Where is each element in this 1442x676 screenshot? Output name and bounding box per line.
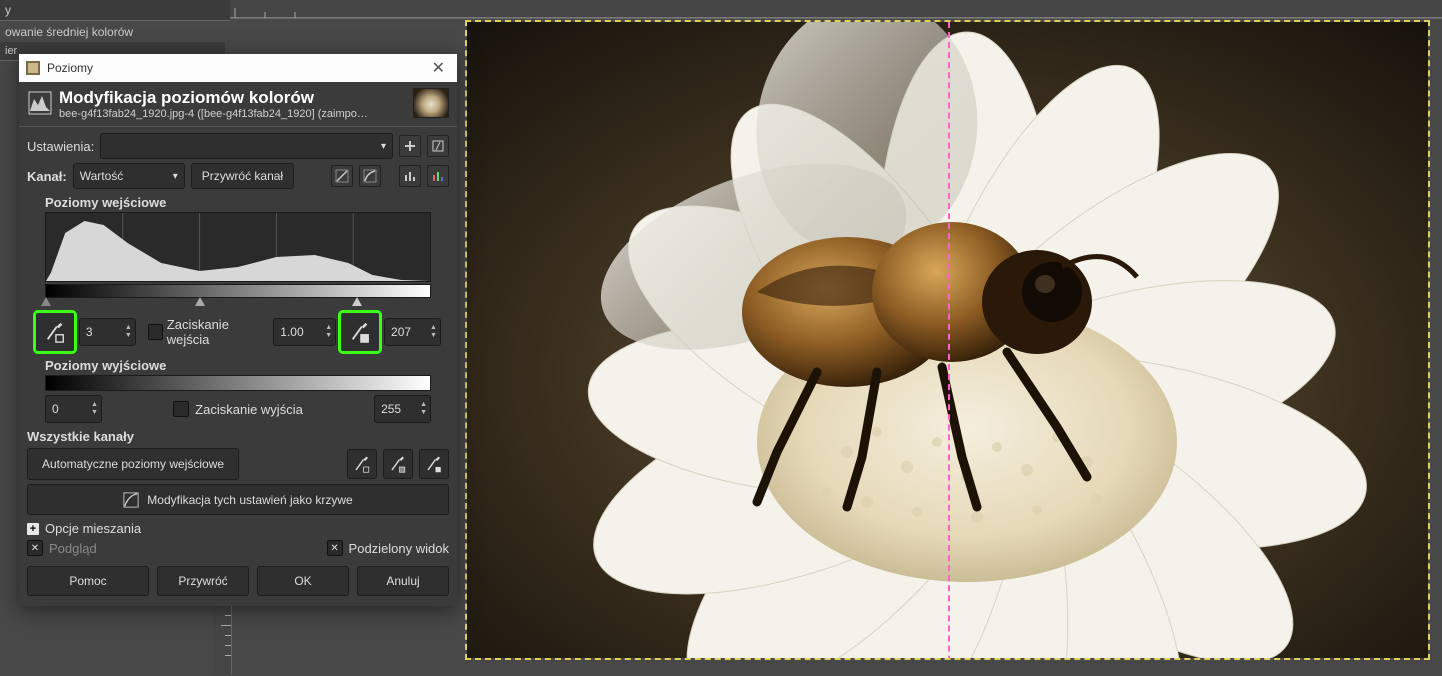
white-point-spin[interactable]: ▲▼: [384, 318, 441, 346]
black-point-picker[interactable]: [35, 312, 75, 352]
gamma-slider[interactable]: [195, 297, 205, 306]
close-icon[interactable]: ✕: [426, 58, 451, 78]
out-black-input[interactable]: [46, 401, 88, 417]
spin-arrows[interactable]: ▲▼: [122, 324, 135, 340]
dialog-header-title: Modyfikacja poziomów kolorów: [59, 88, 409, 108]
channel-value: Wartość: [80, 169, 124, 183]
spin-arrows[interactable]: ▲▼: [88, 401, 101, 417]
reset-button[interactable]: Przywróć: [157, 566, 249, 596]
all-channels-title: Wszystkie kanały: [27, 429, 449, 444]
channel-label: Kanał:: [27, 169, 67, 184]
clamp-output-label: Zaciskanie wyjścia: [195, 402, 303, 417]
dialog-header-subtitle: bee-g4f13fab24_1920.jpg-4 ([bee-g4f13fab…: [59, 108, 409, 120]
output-gradient[interactable]: [45, 375, 431, 391]
plus-icon: +: [27, 523, 39, 535]
ruler-top: [230, 0, 1442, 19]
add-preset-button[interactable]: [399, 135, 421, 157]
presets-combo[interactable]: ▾: [100, 133, 393, 159]
log-histogram-icon[interactable]: [359, 165, 381, 187]
black-point-slider[interactable]: [41, 297, 51, 306]
auto-levels-button[interactable]: Automatyczne poziomy wejściowe: [27, 448, 239, 480]
white-point-slider[interactable]: [352, 297, 362, 306]
help-button[interactable]: Pomoc: [27, 566, 149, 596]
ok-button[interactable]: OK: [257, 566, 349, 596]
input-levels-title: Poziomy wejściowe: [45, 195, 449, 210]
spin-arrows[interactable]: ▲▼: [322, 324, 335, 340]
histogram-mode-1-icon[interactable]: [399, 165, 421, 187]
split-view-checkbox[interactable]: ✕: [327, 540, 343, 556]
preview-label: Podgląd: [49, 541, 97, 556]
gamma-input[interactable]: [274, 324, 322, 340]
blending-options-expander[interactable]: + Opcje mieszania: [27, 521, 449, 536]
out-black-spin[interactable]: ▲▼: [45, 395, 102, 423]
gamma-spin[interactable]: ▲▼: [273, 318, 336, 346]
app-icon: [25, 60, 41, 76]
white-point-input[interactable]: [385, 324, 427, 340]
chevron-down-icon: ▾: [381, 141, 386, 152]
bg-row3-text: ier: [0, 45, 17, 57]
edit-as-curves-button[interactable]: Modyfikacja tych ustawień jako krzywe: [27, 484, 449, 515]
output-levels-title: Poziomy wyjściowe: [45, 358, 449, 373]
input-gradient[interactable]: [45, 284, 431, 298]
bg-row1-text: y: [5, 3, 11, 17]
clamp-input-label: Zaciskanie wejścia: [167, 317, 270, 347]
black-point-input[interactable]: [80, 324, 122, 340]
clamp-input-checkbox[interactable]: [148, 324, 163, 340]
blending-options-label: Opcje mieszania: [45, 521, 141, 536]
bg-row2-text: owanie średniej kolorów: [5, 25, 133, 39]
dialog-titlebar[interactable]: Poziomy ✕: [19, 54, 457, 82]
pick-black-all-button[interactable]: [347, 449, 377, 479]
settings-label: Ustawienia:: [27, 139, 94, 154]
reset-channel-button[interactable]: Przywróć kanał: [191, 163, 294, 189]
histogram-mode-2-icon[interactable]: [427, 165, 449, 187]
pick-gray-all-button[interactable]: [383, 449, 413, 479]
histogram[interactable]: [45, 212, 431, 282]
white-point-picker[interactable]: [340, 312, 380, 352]
cancel-button[interactable]: Anuluj: [357, 566, 449, 596]
clamp-output-checkbox[interactable]: [173, 401, 189, 417]
dialog-window-title: Poziomy: [47, 61, 426, 75]
levels-icon: [27, 90, 53, 116]
linear-histogram-icon[interactable]: [331, 165, 353, 187]
levels-dialog: Poziomy ✕ Modyfikacja poziomów kolorów b…: [19, 54, 457, 606]
spin-arrows[interactable]: ▲▼: [427, 324, 440, 340]
preset-menu-button[interactable]: [427, 135, 449, 157]
out-white-spin[interactable]: ▲▼: [374, 395, 431, 423]
ruler-left: [213, 595, 232, 675]
pick-white-all-button[interactable]: [419, 449, 449, 479]
image-thumbnail: [413, 88, 449, 118]
channel-combo[interactable]: Wartość ▾: [73, 163, 185, 189]
preview-checkbox[interactable]: ✕: [27, 540, 43, 556]
out-white-input[interactable]: [375, 401, 417, 417]
spin-arrows[interactable]: ▲▼: [417, 401, 430, 417]
canvas[interactable]: [465, 20, 1430, 660]
split-view-label: Podzielony widok: [349, 541, 449, 556]
black-point-spin[interactable]: ▲▼: [79, 318, 136, 346]
chevron-down-icon: ▾: [173, 171, 178, 182]
